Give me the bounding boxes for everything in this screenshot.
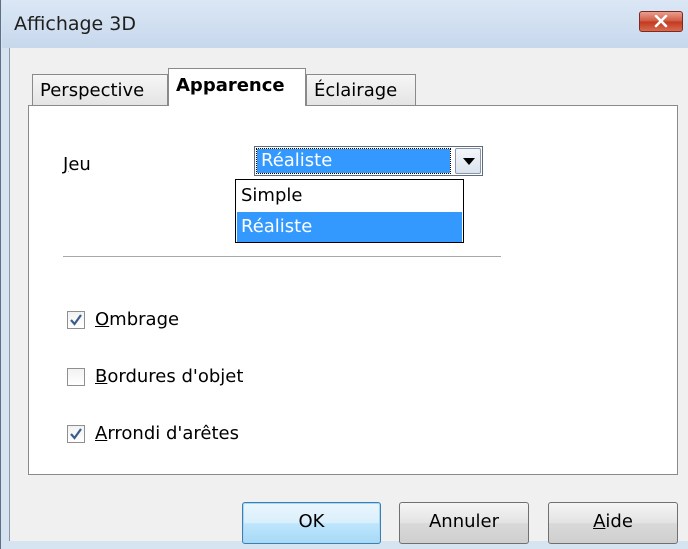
arrondi-rest: rrondi d'arêtes [107, 423, 239, 444]
ombrage-checkbox[interactable] [67, 311, 85, 329]
ombrage-accel: O [95, 309, 110, 330]
help-rest: ide [605, 511, 633, 532]
bordures-label[interactable]: Bordures d'objet [95, 366, 243, 387]
tab-panel: Jeu Réaliste Ombrage Bordures d'objet Ar… [28, 105, 678, 475]
tab-apparence[interactable]: Apparence [168, 68, 306, 106]
tab-eclairage[interactable]: Éclairage [306, 74, 416, 105]
window-title: Affichage 3D [14, 13, 137, 35]
ok-button[interactable]: OK [242, 502, 381, 544]
tab-perspective[interactable]: Perspective [32, 74, 168, 105]
ombrage-rest: mbrage [109, 309, 180, 330]
ombrage-label[interactable]: Ombrage [95, 309, 179, 330]
jeu-select-value: Réaliste [256, 148, 451, 174]
jeu-select[interactable]: Réaliste [254, 146, 483, 176]
title-bar[interactable]: Affichage 3D [2, 0, 688, 48]
cancel-button[interactable]: Annuler [399, 502, 529, 544]
jeu-label-rest: eu [68, 154, 91, 175]
separator-line [63, 256, 501, 257]
help-accel: A [593, 511, 606, 532]
arrondi-label[interactable]: Arrondi d'arêtes [95, 423, 239, 444]
jeu-label: Jeu [63, 154, 91, 175]
chevron-down-icon [463, 158, 475, 165]
arrondi-accel: A [95, 423, 108, 444]
help-button[interactable]: Aide [548, 502, 678, 544]
bordures-rest: ordures d'objet [107, 366, 244, 387]
checkmark-icon [70, 314, 82, 326]
arrondi-checkbox[interactable] [67, 425, 85, 443]
bordures-checkbox[interactable] [67, 368, 85, 386]
jeu-dropdown-list: Simple Réaliste [235, 179, 464, 243]
bordures-accel: B [95, 366, 108, 387]
dropdown-option-simple[interactable]: Simple [237, 181, 462, 211]
dropdown-option-realiste[interactable]: Réaliste [237, 212, 462, 242]
dialog-window: Affichage 3D Perspective Apparence Éclai… [0, 0, 688, 549]
close-icon [654, 15, 668, 28]
checkmark-icon [70, 428, 82, 440]
dialog-body: Perspective Apparence Éclairage Jeu Réal… [9, 48, 688, 544]
dropdown-button[interactable] [455, 148, 481, 174]
close-button[interactable] [639, 11, 683, 32]
